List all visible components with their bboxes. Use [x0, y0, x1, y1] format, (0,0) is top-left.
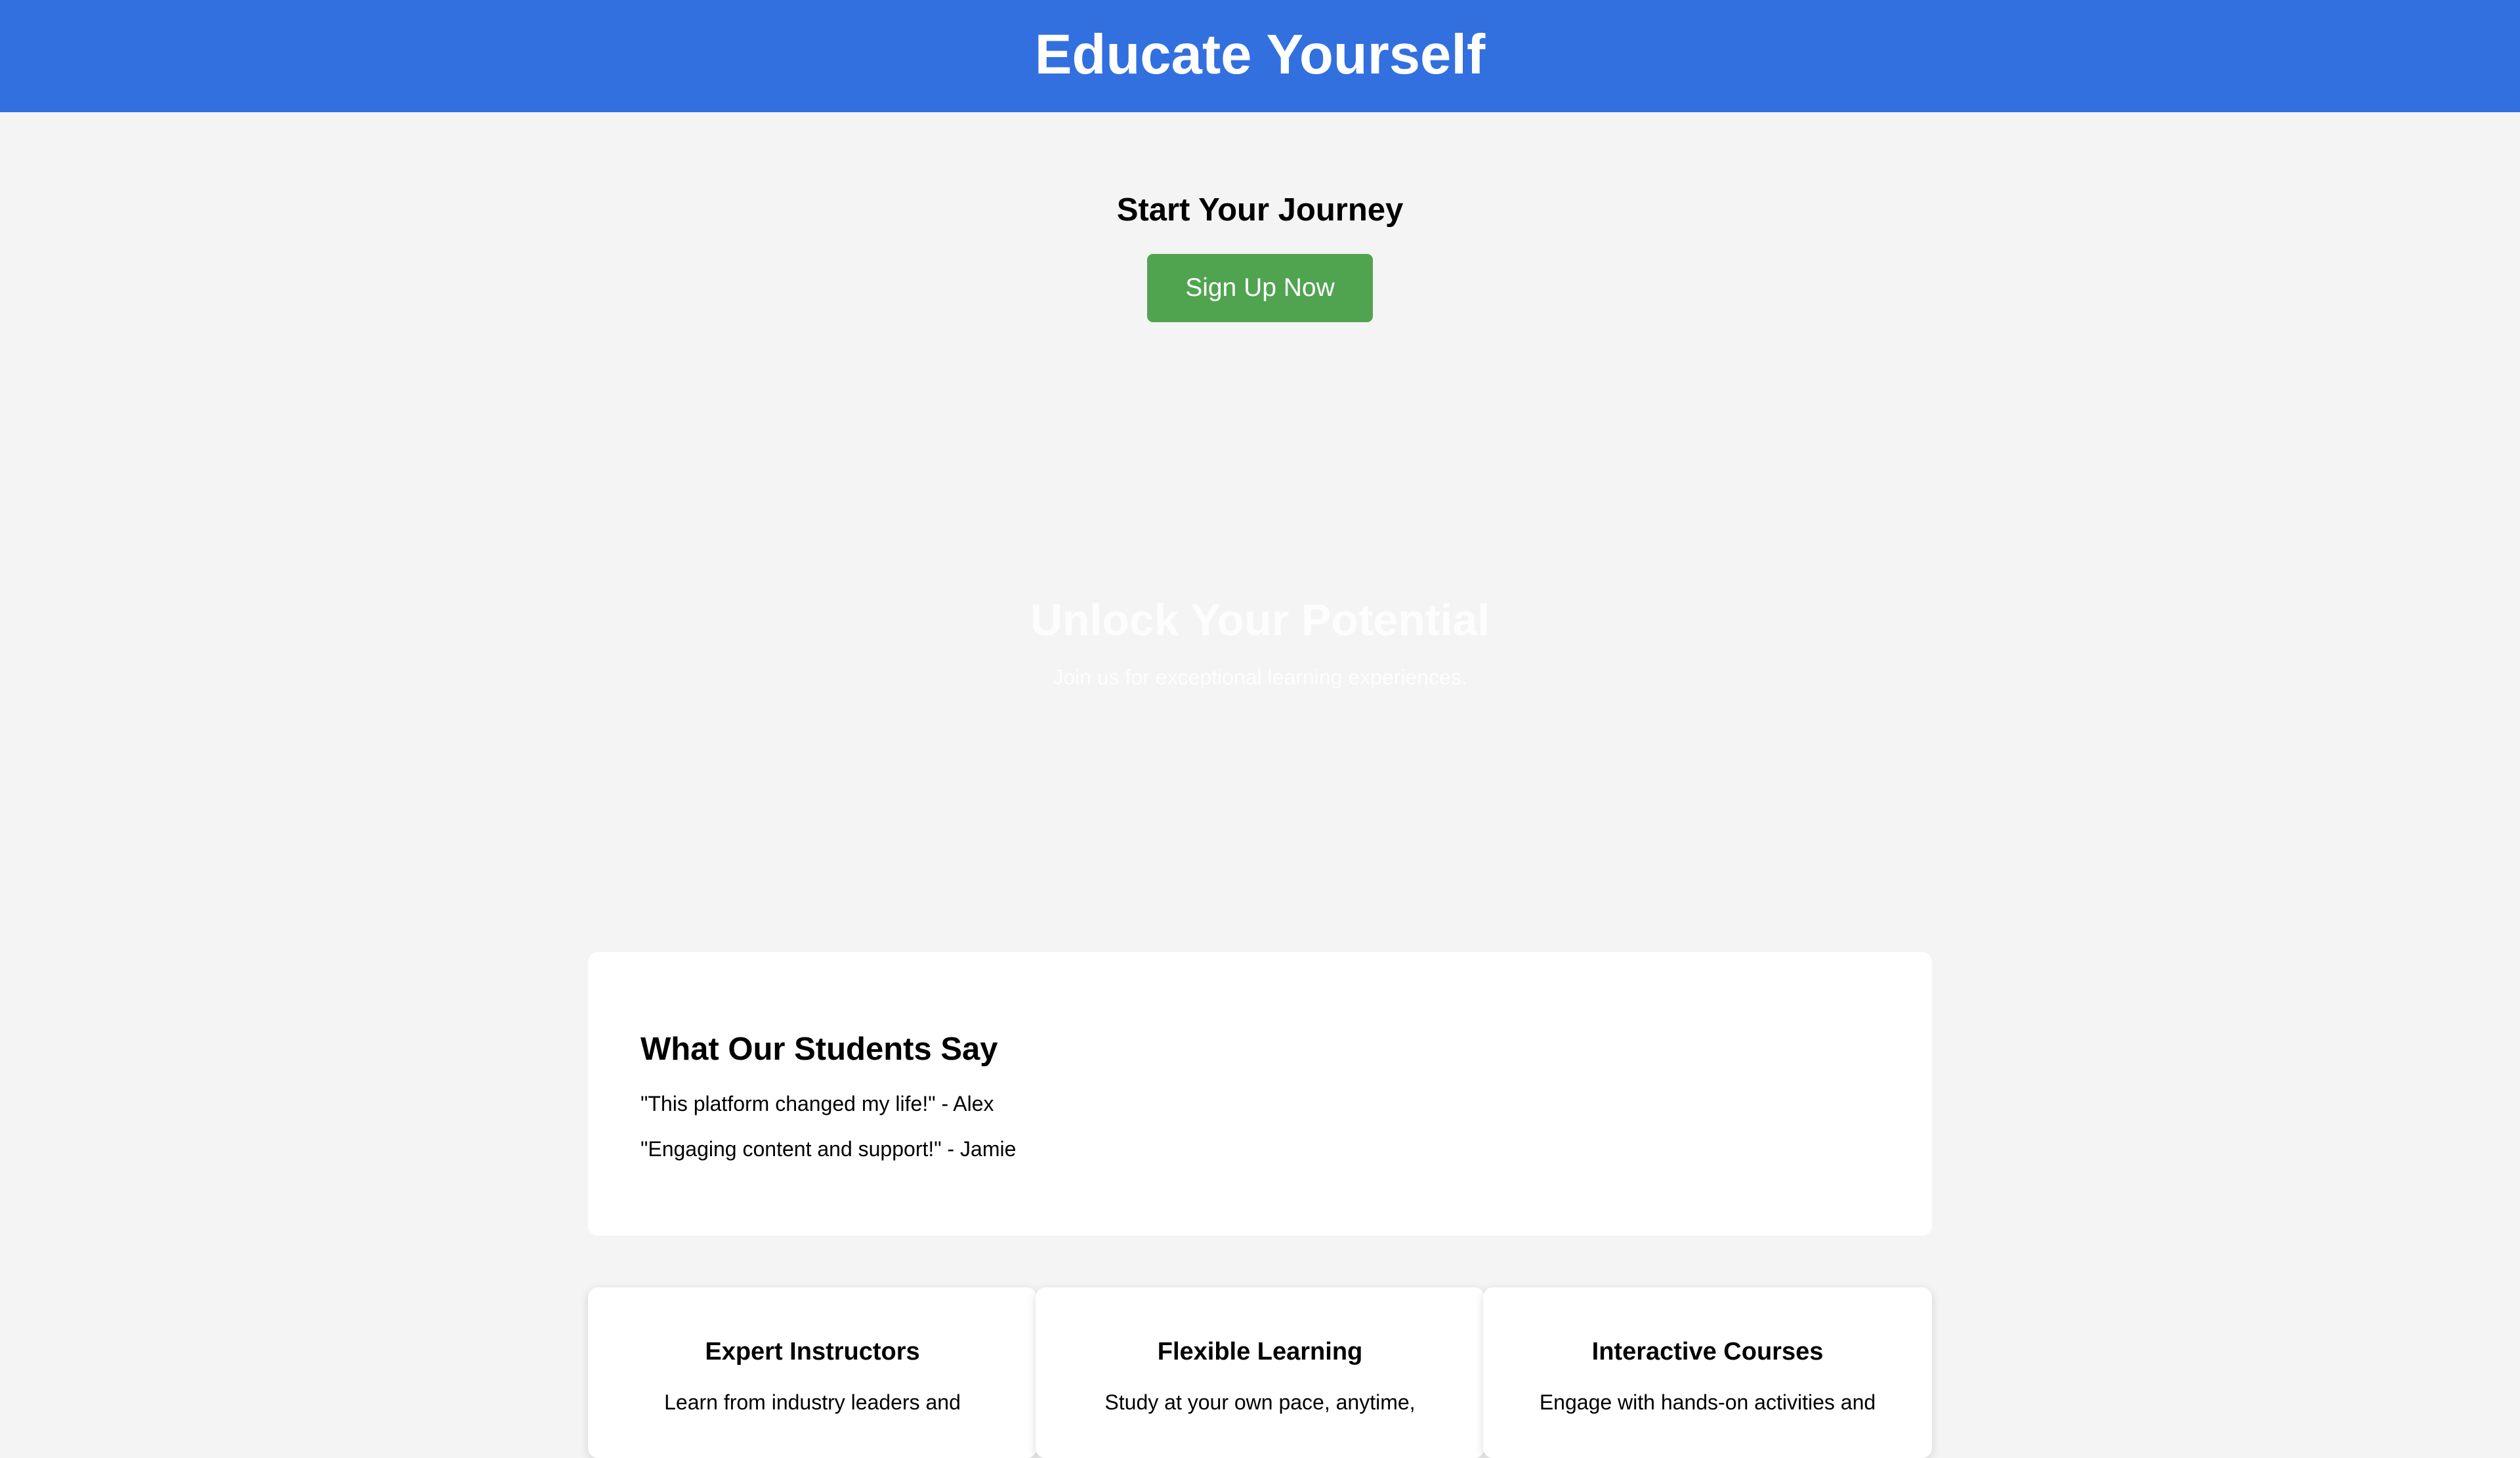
feature-card-interactive-courses: Interactive Courses Engage with hands-on… — [1483, 1287, 1932, 1458]
feature-title: Expert Instructors — [705, 1338, 920, 1365]
feature-description: Study at your own pace, anytime, — [1104, 1390, 1416, 1414]
feature-description: Engage with hands-on activities and — [1539, 1390, 1876, 1414]
hero-subtitle: Join us for exceptional learning experie… — [1053, 665, 1467, 689]
feature-card-flexible-learning: Flexible Learning Study at your own pace… — [1036, 1287, 1484, 1458]
journey-heading: Start Your Journey — [1116, 192, 1404, 228]
hero-title: Unlock Your Potential — [1030, 595, 1490, 645]
feature-card-expert-instructors: Expert Instructors Learn from industry l… — [588, 1287, 1037, 1458]
testimonial-quote: "Engaging content and support!" - Jamie — [640, 1137, 1017, 1161]
testimonials-heading: What Our Students Say — [640, 1031, 998, 1067]
testimonials-section: What Our Students Say "This platform cha… — [588, 952, 1932, 1236]
testimonial-quote: "This platform changed my life!" - Alex — [640, 1092, 994, 1115]
feature-title: Flexible Learning — [1157, 1338, 1363, 1365]
feature-title: Interactive Courses — [1591, 1338, 1824, 1365]
features-section: Expert Instructors Learn from industry l… — [588, 1287, 1932, 1458]
site-header: Educate Yourself — [0, 0, 2520, 112]
sign-up-button[interactable]: Sign Up Now — [1147, 254, 1373, 322]
site-title: Educate Yourself — [1034, 24, 1486, 86]
feature-description: Learn from industry leaders and — [664, 1390, 961, 1414]
